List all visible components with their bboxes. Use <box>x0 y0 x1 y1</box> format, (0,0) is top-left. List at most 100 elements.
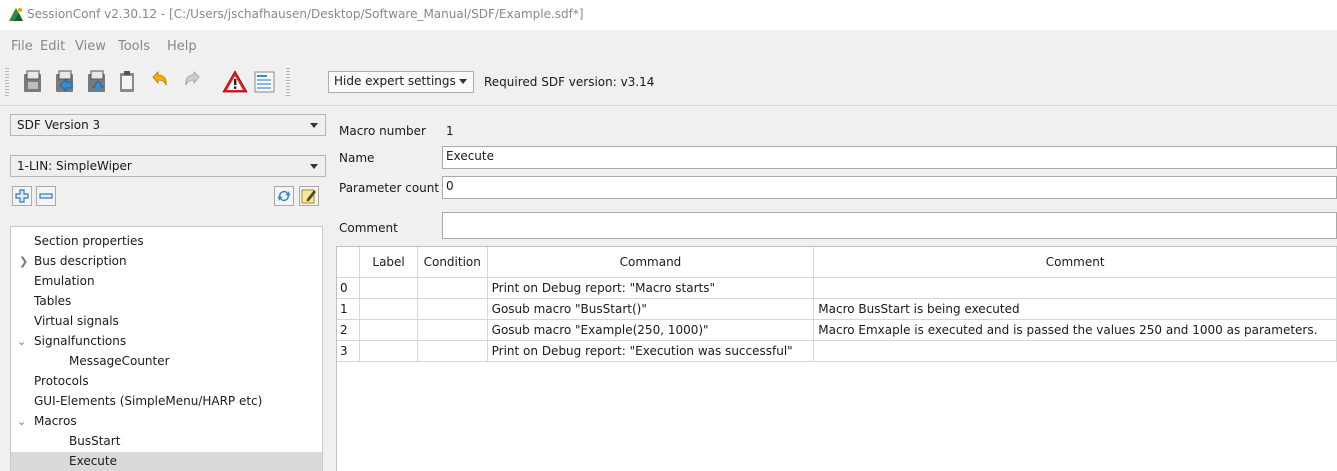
refresh-button[interactable] <box>274 186 294 206</box>
expert-settings-select[interactable]: Hide expert settings <box>328 71 474 93</box>
chevron-right-icon[interactable]: ❯ <box>19 255 28 268</box>
toolbar-separator <box>286 68 290 96</box>
sdf-version-value: SDF Version 3 <box>17 118 101 132</box>
column-header-label[interactable]: Label <box>359 247 418 278</box>
tree-item-label: GUI-Elements (SimpleMenu/HARP etc) <box>34 394 263 408</box>
tree-item-label: Macros <box>34 414 77 428</box>
command-cell[interactable]: Gosub macro "Example(250, 1000)" <box>487 319 815 341</box>
remove-button[interactable] <box>36 186 56 206</box>
new-file-button[interactable] <box>20 69 46 95</box>
table-row[interactable]: 3 Print on Debug report: "Execution was … <box>337 340 1337 362</box>
chevron-down-icon[interactable]: ⌄ <box>17 335 26 348</box>
menu-view[interactable]: View <box>75 39 106 54</box>
parameter-count-input[interactable]: 0 <box>442 176 1337 199</box>
table-header-row: Label Condition Command Comment <box>337 247 1337 278</box>
condition-cell[interactable] <box>417 340 488 362</box>
tree-item-section-properties[interactable]: Section properties <box>11 232 322 252</box>
comment-label: Comment <box>339 221 398 235</box>
section-tree: Section properties ❯ Bus description Emu… <box>10 226 323 471</box>
row-number[interactable]: 0 <box>337 277 361 299</box>
refresh-icon <box>278 191 290 201</box>
new-file-icon <box>24 70 41 92</box>
comment-cell[interactable] <box>813 277 1337 299</box>
tree-item-signalfunctions[interactable]: ⌄ Signalfunctions <box>11 332 322 352</box>
tree-item-emulation[interactable]: Emulation <box>11 272 322 292</box>
warning-button[interactable] <box>222 69 248 95</box>
tree-item-label: Tables <box>34 294 72 308</box>
tree-item-label: Protocols <box>34 374 89 388</box>
toolbar-grip <box>5 68 9 96</box>
tree-item-execute[interactable]: Execute <box>11 452 322 471</box>
bus-value: 1-LIN: SimpleWiper <box>17 159 132 173</box>
name-input[interactable]: Execute <box>442 146 1337 169</box>
table-row[interactable]: 1 Gosub macro "BusStart()" Macro BusStar… <box>337 298 1337 320</box>
chevron-down-icon[interactable]: ⌄ <box>17 415 26 428</box>
comment-cell[interactable]: Macro BusStart is being executed <box>813 298 1337 320</box>
open-file-button[interactable] <box>52 69 78 95</box>
clipboard-button[interactable] <box>114 69 140 95</box>
command-cell[interactable]: Print on Debug report: "Execution was su… <box>487 340 815 362</box>
row-number[interactable]: 1 <box>337 298 361 320</box>
column-header-condition[interactable]: Condition <box>417 247 488 278</box>
redo-button[interactable] <box>180 69 206 95</box>
tree-item-label: BusStart <box>69 434 121 448</box>
tree-item-tables[interactable]: Tables <box>11 292 322 312</box>
tree-item-messagecounter[interactable]: MessageCounter <box>11 352 322 372</box>
chevron-down-icon <box>310 164 318 169</box>
menu-edit[interactable]: Edit <box>40 39 65 54</box>
tree-item-protocols[interactable]: Protocols <box>11 372 322 392</box>
sdf-version-select[interactable]: SDF Version 3 <box>10 114 326 136</box>
tree-item-busstart[interactable]: BusStart <box>11 432 322 452</box>
condition-cell[interactable] <box>417 277 488 299</box>
parameter-count-label: Parameter count <box>339 181 440 195</box>
menu-file[interactable]: File <box>11 39 33 54</box>
warning-icon <box>222 70 248 93</box>
label-cell[interactable] <box>359 277 418 299</box>
edit-list-button[interactable] <box>252 69 278 95</box>
app-logo-icon <box>9 8 23 21</box>
tree-item-label: Signalfunctions <box>34 334 127 348</box>
condition-cell[interactable] <box>417 319 488 341</box>
macro-table: Label Condition Command Comment 0 Print … <box>336 246 1337 471</box>
redo-icon <box>185 71 200 86</box>
tree-item-label: Emulation <box>34 274 95 288</box>
tree-item-bus-description[interactable]: ❯ Bus description <box>11 252 322 272</box>
row-number[interactable]: 2 <box>337 319 361 341</box>
name-label: Name <box>339 151 375 165</box>
add-button[interactable] <box>12 186 32 206</box>
table-row[interactable]: 2 Gosub macro "Example(250, 1000)" Macro… <box>337 319 1337 341</box>
bus-select[interactable]: 1-LIN: SimpleWiper <box>10 155 326 177</box>
row-number[interactable]: 3 <box>337 340 361 362</box>
menu-help[interactable]: Help <box>167 39 197 54</box>
tree-item-virtual-signals[interactable]: Virtual signals <box>11 312 322 332</box>
comment-cell[interactable] <box>813 340 1337 362</box>
edit-button[interactable] <box>299 186 319 206</box>
column-header-command[interactable]: Command <box>487 247 815 278</box>
undo-icon <box>152 71 167 86</box>
tree-item-label: Section properties <box>34 234 144 248</box>
tree-item-label: Bus description <box>34 254 127 268</box>
menu-bar: File Edit View Tools Help <box>0 30 1337 58</box>
command-cell[interactable]: Gosub macro "BusStart()" <box>487 298 815 320</box>
menu-tools[interactable]: Tools <box>118 39 150 54</box>
macro-number-value: 1 <box>446 124 454 138</box>
condition-cell[interactable] <box>417 298 488 320</box>
command-cell[interactable]: Print on Debug report: "Macro starts" <box>487 277 815 299</box>
save-file-button[interactable] <box>84 69 110 95</box>
toolbar: Hide expert settings Required SDF versio… <box>0 58 1337 106</box>
column-header-comment[interactable]: Comment <box>813 247 1337 278</box>
undo-button[interactable] <box>146 69 172 95</box>
edit-list-icon <box>254 71 275 93</box>
tree-item-label: Execute <box>69 454 117 468</box>
table-row[interactable]: 0 Print on Debug report: "Macro starts" <box>337 277 1337 299</box>
comment-cell[interactable]: Macro Emxaple is executed and is passed … <box>813 319 1337 341</box>
label-cell[interactable] <box>359 319 418 341</box>
pencil-note-icon <box>301 189 316 204</box>
tree-item-gui-elements[interactable]: GUI-Elements (SimpleMenu/HARP etc) <box>11 392 322 412</box>
chevron-down-icon <box>459 79 467 84</box>
label-cell[interactable] <box>359 298 418 320</box>
tree-item-macros[interactable]: ⌄ Macros <box>11 412 322 432</box>
expert-settings-value: Hide expert settings <box>334 74 456 88</box>
comment-input[interactable] <box>442 212 1337 239</box>
label-cell[interactable] <box>359 340 418 362</box>
